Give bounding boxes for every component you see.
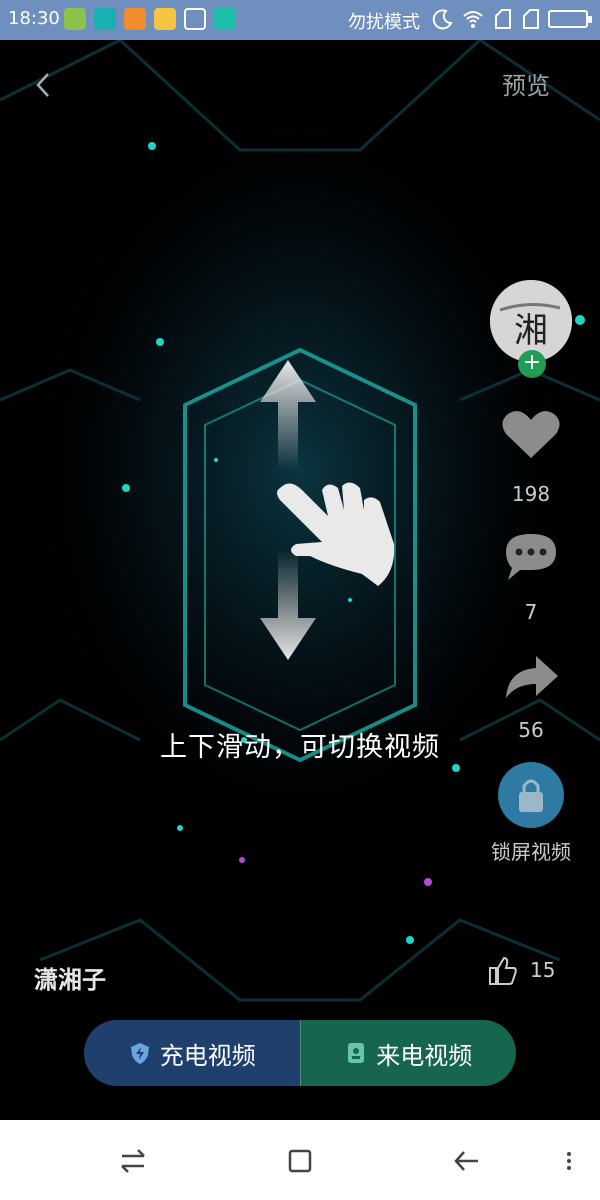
signal-icon xyxy=(495,9,511,29)
dnd-label: 勿扰模式 xyxy=(348,12,420,33)
comment-count: 7 xyxy=(524,600,538,624)
share-arrow-icon[interactable] xyxy=(500,650,562,702)
author-name[interactable]: 潇湘子 xyxy=(34,960,106,995)
video-type-toggle: 充电视频 来电视频 xyxy=(84,1020,516,1086)
wifi-icon xyxy=(463,11,483,28)
svg-text:湘: 湘 xyxy=(514,311,548,351)
back-arrow-icon[interactable] xyxy=(450,1144,484,1178)
brush-icon xyxy=(184,8,206,30)
navigation-bar xyxy=(0,1120,600,1200)
bag-icon xyxy=(64,8,86,30)
like-count: 198 xyxy=(511,482,551,506)
battery-icon xyxy=(548,10,592,28)
call-video-label: 来电视频 xyxy=(376,1041,473,1070)
phone-card-icon xyxy=(348,1043,365,1063)
usb-icon xyxy=(214,8,236,30)
follow-plus-icon[interactable]: + xyxy=(518,350,546,378)
status-time: 18:30 xyxy=(8,8,60,29)
thumbs-up-icon[interactable] xyxy=(486,954,518,986)
warning-icon xyxy=(124,8,146,30)
back-chevron-icon[interactable] xyxy=(30,70,60,100)
square-icon[interactable] xyxy=(283,1144,317,1178)
swipe-up-down-hand-icon xyxy=(260,360,395,660)
video-player[interactable]: 预览 上下滑动，可切换视频 湘 + 198 7 56 锁屏视频 潇湘子 15 充… xyxy=(0,40,600,1120)
share-count: 56 xyxy=(518,718,544,742)
lock-screen-video-button[interactable] xyxy=(498,762,564,828)
thumbs-up-count: 15 xyxy=(530,958,556,982)
preview-button[interactable]: 预览 xyxy=(502,66,550,101)
like-heart-icon[interactable] xyxy=(500,408,562,460)
signal-icon xyxy=(523,9,539,29)
shield-icon xyxy=(130,1043,149,1064)
call-video-button[interactable]: 来电视频 xyxy=(299,1020,516,1086)
status-bar: 18:30 勿扰模式 xyxy=(0,0,600,40)
lock-screen-video-label: 锁屏视频 xyxy=(491,840,571,864)
app-icon xyxy=(94,8,116,30)
folder-icon xyxy=(154,8,176,30)
swap-icon[interactable] xyxy=(116,1144,150,1178)
charge-video-label: 充电视频 xyxy=(159,1041,256,1070)
comment-icon[interactable] xyxy=(500,530,562,582)
menu-icon[interactable] xyxy=(552,1144,586,1178)
lock-icon xyxy=(519,779,543,812)
charge-video-button[interactable]: 充电视频 xyxy=(84,1020,300,1086)
moon-icon xyxy=(432,9,453,30)
